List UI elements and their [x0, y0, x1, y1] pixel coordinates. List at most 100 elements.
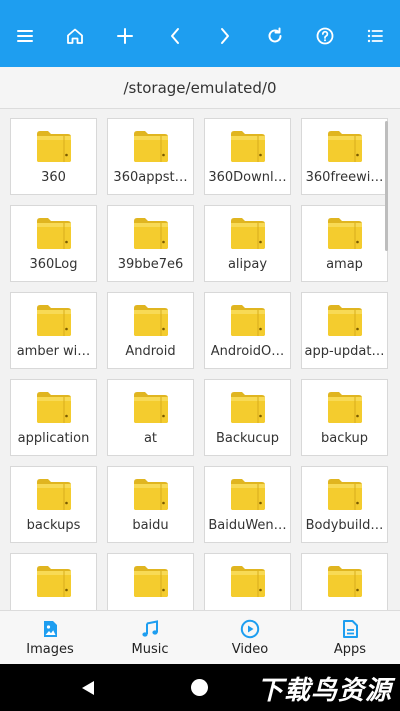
tab-images-label: Images [26, 641, 74, 657]
system-nav-bar: 下载鸟资源 [0, 664, 400, 711]
category-tabs: Images Music Video Apps [0, 610, 400, 664]
folder-label: baidu [132, 518, 169, 533]
folder-icon [327, 479, 362, 510]
chevron-right-icon [221, 27, 229, 44]
folder-icon [230, 479, 265, 510]
home-icon [67, 28, 83, 44]
folder-label: 360Downl… [208, 170, 287, 185]
folder-label: 360 [41, 170, 66, 185]
folder-icon [133, 392, 168, 423]
back-triangle-icon[interactable] [80, 680, 96, 696]
new-folder-button[interactable] [108, 16, 142, 56]
folder-icon [327, 392, 362, 423]
folder-icon [327, 131, 362, 162]
folder-icon [36, 566, 71, 597]
folder-icon [327, 305, 362, 336]
folder-icon [36, 392, 71, 423]
folder-item[interactable]: 360freewi… [301, 118, 388, 195]
tab-video-label: Video [231, 641, 269, 657]
folder-item[interactable]: Android [107, 292, 194, 369]
folder-item[interactable]: 360 [10, 118, 97, 195]
folder-item[interactable]: Backucup [204, 379, 291, 456]
folder-grid-area[interactable]: 360 360appst… 360Downl… 360freewi… 360Lo… [0, 109, 400, 610]
folder-grid: 360 360appst… 360Downl… 360freewi… 360Lo… [10, 118, 390, 610]
tab-apps[interactable]: Apps [300, 611, 400, 664]
folder-item[interactable] [107, 553, 194, 610]
folder-icon [36, 131, 71, 162]
folder-icon [36, 218, 71, 249]
folder-item[interactable] [301, 553, 388, 610]
folder-icon [230, 305, 265, 336]
folder-item[interactable]: 360Log [10, 205, 97, 282]
folder-item[interactable]: 39bbe7e6 [107, 205, 194, 282]
folder-item[interactable] [10, 553, 97, 610]
tab-music[interactable]: Music [100, 611, 200, 664]
folder-label: BaiduWen… [208, 518, 287, 533]
folder-label: application [17, 431, 90, 446]
folder-icon [133, 566, 168, 597]
folder-label: at [143, 431, 158, 446]
tab-images[interactable]: Images [0, 611, 100, 664]
folder-icon [133, 218, 168, 249]
folder-label: 360Log [29, 257, 78, 272]
music-icon [142, 619, 158, 637]
folder-item[interactable]: app-updat… [301, 292, 388, 369]
folder-label: Android [125, 344, 176, 359]
list-icon [367, 29, 383, 42]
plus-icon [117, 27, 133, 44]
folder-label: 360appst… [113, 170, 188, 185]
refresh-button[interactable] [258, 16, 292, 56]
folder-icon [133, 479, 168, 510]
menu-icon [17, 29, 33, 42]
folder-icon [327, 218, 362, 249]
folder-item[interactable] [204, 553, 291, 610]
folder-item[interactable]: amap [301, 205, 388, 282]
folder-item[interactable]: backups [10, 466, 97, 543]
folder-label: Bodybuild… [305, 518, 384, 533]
scrollbar[interactable] [385, 121, 388, 251]
folder-item[interactable]: amber wi… [10, 292, 97, 369]
folder-icon [230, 131, 265, 162]
help-icon [316, 27, 334, 44]
folder-icon [133, 305, 168, 336]
folder-item[interactable]: baidu [107, 466, 194, 543]
apps-icon [343, 619, 358, 638]
forward-button[interactable] [208, 16, 242, 56]
folder-label: amap [326, 257, 363, 272]
folder-item[interactable]: backup [301, 379, 388, 456]
folder-item[interactable]: Bodybuild… [301, 466, 388, 543]
folder-icon [133, 131, 168, 162]
folder-item[interactable]: application [10, 379, 97, 456]
current-path: /storage/emulated/0 [123, 78, 277, 97]
folder-label: backups [26, 518, 81, 533]
folder-label: 360freewi… [305, 170, 384, 185]
folder-item[interactable]: at [107, 379, 194, 456]
home-button[interactable] [58, 16, 92, 56]
list-view-button[interactable] [358, 16, 392, 56]
folder-label: amber wi… [16, 344, 91, 359]
folder-item[interactable]: 360appst… [107, 118, 194, 195]
folder-icon [230, 392, 265, 423]
folder-label: app-updat… [304, 344, 385, 359]
folder-item[interactable]: BaiduWen… [204, 466, 291, 543]
help-button[interactable] [308, 16, 342, 56]
menu-button[interactable] [8, 16, 42, 56]
video-icon [240, 619, 260, 638]
image-icon [44, 620, 57, 637]
back-button[interactable] [158, 16, 192, 56]
tab-apps-label: Apps [333, 641, 367, 657]
folder-icon [327, 566, 362, 597]
folder-label: 39bbe7e6 [117, 257, 184, 272]
folder-item[interactable]: alipay [204, 205, 291, 282]
chevron-left-icon [171, 27, 179, 44]
folder-item[interactable]: 360Downl… [204, 118, 291, 195]
tab-video[interactable]: Video [200, 611, 300, 664]
refresh-icon [268, 27, 282, 42]
top-toolbar [0, 0, 400, 67]
folder-item[interactable]: AndroidO… [204, 292, 291, 369]
folder-label: backup [321, 431, 368, 446]
folder-icon [36, 479, 71, 510]
home-circle-icon[interactable] [191, 679, 208, 696]
folder-icon [230, 566, 265, 597]
tab-music-label: Music [131, 641, 169, 657]
